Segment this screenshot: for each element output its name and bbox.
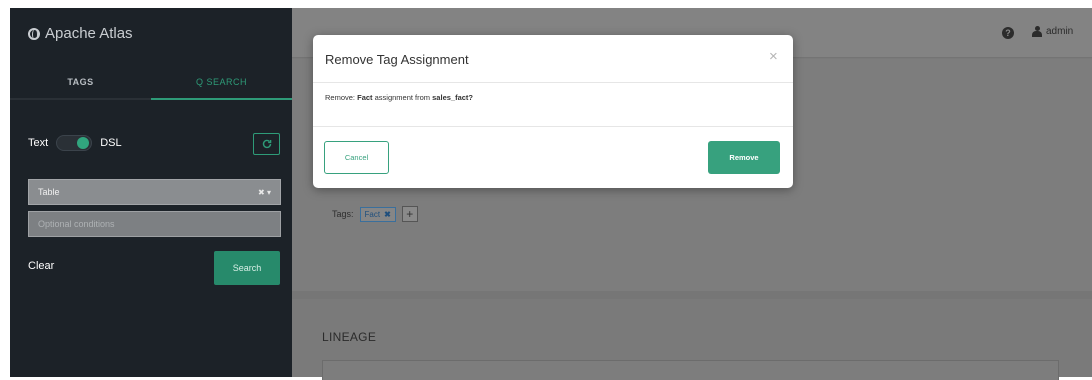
brand[interactable]: Apache Atlas (28, 25, 133, 42)
globe-icon (28, 27, 40, 40)
question-circle-icon[interactable]: ? (1002, 27, 1014, 39)
message-entity: sales_fact? (432, 93, 473, 102)
toggle-label-dsl: DSL (100, 137, 122, 149)
refresh-icon (262, 139, 271, 149)
modal-message: Remove: Fact assignment from sales_fact? (325, 93, 473, 102)
add-tag-button[interactable]: + (401, 206, 418, 222)
tab-tags[interactable]: TAGS (10, 66, 151, 100)
tags-row: Tags: Fact ✖ + (332, 206, 418, 222)
message-middle: assignment from (372, 93, 433, 102)
user-name: admin (1046, 26, 1074, 37)
remove-tag-modal: Remove Tag Assignment × Remove: Fact ass… (313, 35, 793, 188)
remove-tag-icon[interactable]: ✖ (384, 210, 391, 219)
lineage-heading: LINEAGE (322, 330, 377, 344)
message-prefix: Remove: (325, 93, 358, 102)
tags-label: Tags: (332, 209, 354, 219)
refresh-button[interactable] (253, 133, 280, 155)
search-button[interactable]: Search (214, 251, 280, 285)
search-mode-toggle-row: Text DSL (28, 135, 122, 151)
sidebar-tabs: TAGS Q SEARCH (10, 66, 292, 100)
type-select[interactable]: Table ✖ ▾ (28, 179, 281, 205)
toggle-label-text: Text (28, 137, 49, 149)
modal-title: Remove Tag Assignment (325, 52, 469, 67)
user-icon (1032, 26, 1042, 37)
lineage-panel (322, 360, 1059, 380)
remove-button[interactable]: Remove (708, 141, 780, 174)
tab-search[interactable]: Q SEARCH (151, 66, 292, 100)
message-tag: Fact (357, 93, 373, 102)
user-menu[interactable]: admin (1032, 26, 1073, 37)
brand-name: Apache Atlas (45, 25, 133, 42)
tag-chip-label: Fact (364, 209, 381, 219)
sidebar: Apache Atlas TAGS Q SEARCH Text DSL Tabl… (10, 8, 292, 377)
switch-knob (77, 137, 90, 149)
clear-link[interactable]: Clear (28, 260, 54, 272)
select-arrows-icon: ✖ ▾ (258, 187, 271, 197)
app-window: Apache Atlas TAGS Q SEARCH Text DSL Tabl… (0, 0, 1092, 380)
conditions-input[interactable] (28, 211, 281, 237)
cancel-button[interactable]: Cancel (324, 141, 389, 174)
modal-divider (313, 82, 793, 83)
section-divider (292, 291, 1092, 299)
close-icon[interactable]: × (769, 49, 778, 64)
modal-footer-divider (313, 126, 793, 127)
search-mode-switch[interactable] (56, 135, 93, 151)
type-select-value: Table (38, 187, 60, 197)
tag-chip[interactable]: Fact ✖ (359, 206, 396, 222)
